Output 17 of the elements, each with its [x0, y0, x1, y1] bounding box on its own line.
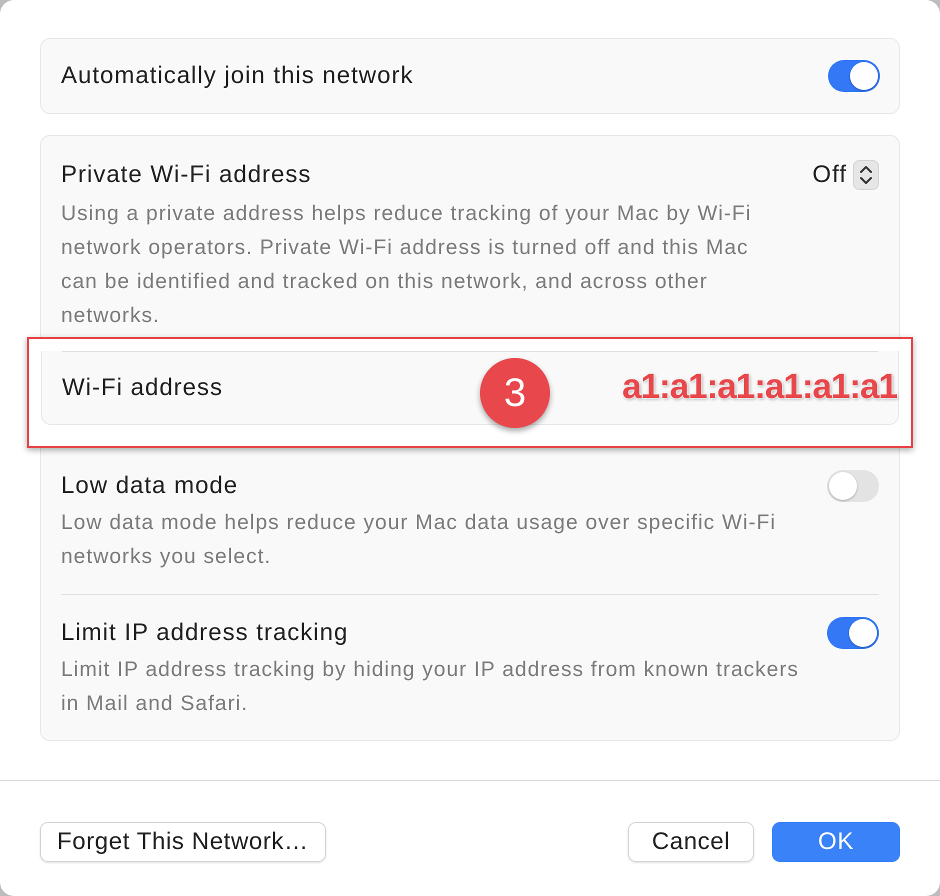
- setting-label: Wi-Fi address: [62, 373, 224, 403]
- address-mode-popup[interactable]: Off: [812, 160, 879, 190]
- setting-label: Automatically join this network: [61, 61, 414, 91]
- toggle-switch[interactable]: [827, 617, 879, 649]
- setting-label: Private Wi-Fi address: [61, 160, 312, 190]
- setting-description: Limit IP address tracking by hiding your IP address from known trackers in Mail and Safari.: [61, 657, 800, 717]
- annotation-text: a1:a1:a1:a1:a1:a1: [622, 367, 897, 407]
- ok-button[interactable]: OK: [772, 822, 900, 862]
- setting-description: Using a private address helps reduce tracking of your Mac by Wi-Fi network operators. Private Wi-Fi address is turned off and this Mac can be identified and tracked on this network, and across other networks.: [61, 201, 752, 329]
- forget-network-button[interactable]: Forget This Network…: [40, 822, 326, 862]
- setting-description: Low data mode helps reduce your Mac data usage over specific Wi-Fi networks you select.: [61, 510, 777, 570]
- up-down-chevron-icon: [853, 160, 879, 190]
- setting-label: Low data mode: [61, 471, 238, 501]
- toggle-switch[interactable]: [827, 470, 879, 502]
- toggle-switch[interactable]: [828, 60, 880, 92]
- cancel-button[interactable]: Cancel: [628, 822, 754, 862]
- setting-label: Limit IP address tracking: [61, 618, 348, 648]
